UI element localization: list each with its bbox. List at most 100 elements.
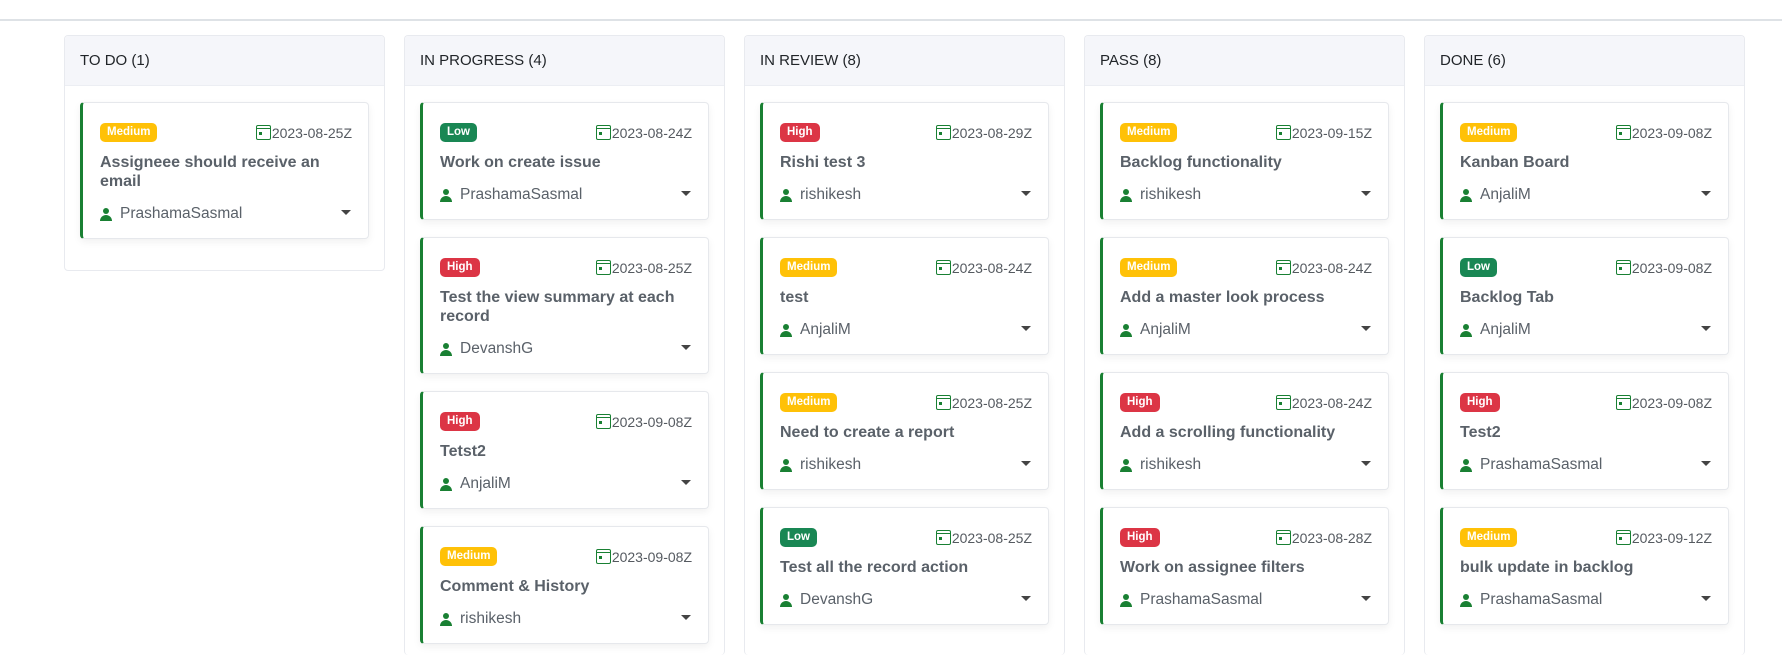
person-icon xyxy=(100,207,112,221)
assignee-name: rishikesh xyxy=(460,610,522,627)
due-date-text: 2023-09-12Z xyxy=(1631,529,1712,546)
caret-down-icon[interactable] xyxy=(681,344,691,350)
calendar-icon xyxy=(935,260,951,275)
assignee: rishikesh xyxy=(780,186,861,204)
due-date: 2023-08-28Z xyxy=(1275,530,1372,546)
card-footer: rishikesh xyxy=(1120,185,1372,205)
assignee: AnjaliM xyxy=(780,321,851,339)
assignee: PrashamaSasmal xyxy=(1120,591,1262,609)
caret-down-icon[interactable] xyxy=(681,614,691,620)
issue-title[interactable]: bulk update in backlog xyxy=(1460,558,1712,577)
issue-title[interactable]: Tetst2 xyxy=(440,442,692,461)
assignee: PrashamaSasmal xyxy=(100,205,242,223)
caret-down-icon[interactable] xyxy=(341,209,351,215)
caret-down-icon[interactable] xyxy=(1021,325,1031,331)
caret-down-icon[interactable] xyxy=(1361,190,1371,196)
issue-title[interactable]: Add a master look process xyxy=(1120,288,1372,307)
issue-card[interactable]: Medium 2023-08-25Z Need to create a repo… xyxy=(760,372,1049,490)
due-date: 2023-09-15Z xyxy=(1275,125,1372,141)
due-date-text: 2023-08-24Z xyxy=(1291,394,1372,411)
assignee-name: AnjaliM xyxy=(460,475,511,492)
caret-down-icon[interactable] xyxy=(1361,460,1371,466)
due-date: 2023-09-12Z xyxy=(1615,529,1712,546)
due-date: 2023-08-25Z xyxy=(935,530,1032,546)
person-icon xyxy=(440,188,452,202)
due-date: 2023-09-08Z xyxy=(1615,124,1712,141)
card-footer: DevanshG xyxy=(780,590,1032,610)
priority-badge: High xyxy=(1120,393,1160,412)
issue-card[interactable]: Medium 2023-09-12Z bulk update in backlo… xyxy=(1440,507,1729,625)
caret-down-icon[interactable] xyxy=(1701,190,1711,196)
card-header: Medium 2023-08-24Z xyxy=(1120,258,1372,277)
issue-card[interactable]: Low 2023-08-25Z Test all the record acti… xyxy=(760,507,1049,625)
column-cards: Medium 2023-09-15Z Backlog functionality… xyxy=(1085,86,1404,625)
priority-badge: High xyxy=(1120,528,1160,547)
issue-title[interactable]: Test the view summary at each record xyxy=(440,288,692,326)
issue-title[interactable]: Work on create issue xyxy=(440,153,692,172)
caret-down-icon[interactable] xyxy=(1701,595,1711,601)
issue-title[interactable]: Test2 xyxy=(1460,423,1712,442)
person-icon xyxy=(1460,323,1472,337)
card-footer: AnjaliM xyxy=(1120,320,1372,340)
assignee: AnjaliM xyxy=(1120,321,1191,339)
caret-down-icon[interactable] xyxy=(681,479,691,485)
issue-title[interactable]: Backlog functionality xyxy=(1120,153,1372,172)
issue-card[interactable]: High 2023-08-24Z Add a scrolling functio… xyxy=(1100,372,1389,490)
card-header: Medium 2023-09-12Z xyxy=(1460,528,1712,547)
card-header: Low 2023-09-08Z xyxy=(1460,258,1712,277)
due-date-text: 2023-09-08Z xyxy=(1631,124,1712,141)
card-header: Medium 2023-09-15Z xyxy=(1120,123,1372,142)
issue-card[interactable]: Low 2023-09-08Z Backlog Tab AnjaliM xyxy=(1440,237,1729,355)
calendar-icon xyxy=(595,549,611,564)
card-footer: rishikesh xyxy=(1120,455,1372,475)
issue-card[interactable]: High 2023-09-08Z Test2 PrashamaSasmal xyxy=(1440,372,1729,490)
assignee: AnjaliM xyxy=(440,475,511,493)
issue-card[interactable]: High 2023-08-25Z Test the view summary a… xyxy=(420,237,709,374)
issue-title[interactable]: Backlog Tab xyxy=(1460,288,1712,307)
issue-card[interactable]: Medium 2023-08-24Z test AnjaliM xyxy=(760,237,1049,355)
column-cards: Medium 2023-09-08Z Kanban Board AnjaliM … xyxy=(1425,86,1744,625)
issue-title[interactable]: Assigneee should receive an email xyxy=(100,153,352,191)
caret-down-icon[interactable] xyxy=(1361,325,1371,331)
issue-title[interactable]: Rishi test 3 xyxy=(780,153,1032,172)
due-date: 2023-08-24Z xyxy=(935,260,1032,276)
issue-card[interactable]: Medium 2023-09-15Z Backlog functionality… xyxy=(1100,102,1389,220)
issue-title[interactable]: Test all the record action xyxy=(780,558,1032,577)
person-icon xyxy=(1120,188,1132,202)
issue-card[interactable]: Low 2023-08-24Z Work on create issue Pra… xyxy=(420,102,709,220)
priority-badge: High xyxy=(440,258,480,277)
person-icon xyxy=(1460,593,1472,607)
person-icon xyxy=(440,477,452,491)
caret-down-icon[interactable] xyxy=(681,190,691,196)
issue-card[interactable]: High 2023-09-08Z Tetst2 AnjaliM xyxy=(420,391,709,509)
caret-down-icon[interactable] xyxy=(1361,595,1371,601)
caret-down-icon[interactable] xyxy=(1021,460,1031,466)
issue-title[interactable]: Work on assignee filters xyxy=(1120,558,1372,577)
issue-card[interactable]: High 2023-08-28Z Work on assignee filter… xyxy=(1100,507,1389,625)
card-header: Medium 2023-08-24Z xyxy=(780,258,1032,277)
card-header: Low 2023-08-24Z xyxy=(440,123,692,142)
issue-title[interactable]: Kanban Board xyxy=(1460,153,1712,172)
column-header: IN PROGRESS (4) xyxy=(405,36,724,86)
issue-title[interactable]: Comment & History xyxy=(440,577,692,596)
column-header: PASS (8) xyxy=(1085,36,1404,86)
caret-down-icon[interactable] xyxy=(1701,460,1711,466)
issue-title[interactable]: Add a scrolling functionality xyxy=(1120,423,1372,442)
priority-badge: High xyxy=(780,123,820,142)
card-header: High 2023-09-08Z xyxy=(440,412,692,431)
card-header: High 2023-08-29Z xyxy=(780,123,1032,142)
issue-card[interactable]: Medium 2023-08-25Z Assigneee should rece… xyxy=(80,102,369,239)
priority-badge: Medium xyxy=(780,393,838,412)
issue-title[interactable]: Need to create a report xyxy=(780,423,1032,442)
issue-card[interactable]: Medium 2023-09-08Z Comment & History ris… xyxy=(420,526,709,644)
calendar-icon xyxy=(595,125,611,140)
caret-down-icon[interactable] xyxy=(1021,190,1031,196)
issue-card[interactable]: Medium 2023-08-24Z Add a master look pro… xyxy=(1100,237,1389,355)
assignee-name: AnjaliM xyxy=(1480,186,1531,203)
caret-down-icon[interactable] xyxy=(1021,595,1031,601)
issue-title[interactable]: test xyxy=(780,288,1032,307)
caret-down-icon[interactable] xyxy=(1701,325,1711,331)
issue-card[interactable]: Medium 2023-09-08Z Kanban Board AnjaliM xyxy=(1440,102,1729,220)
issue-card[interactable]: High 2023-08-29Z Rishi test 3 rishikesh xyxy=(760,102,1049,220)
assignee-name: PrashamaSasmal xyxy=(460,186,583,203)
